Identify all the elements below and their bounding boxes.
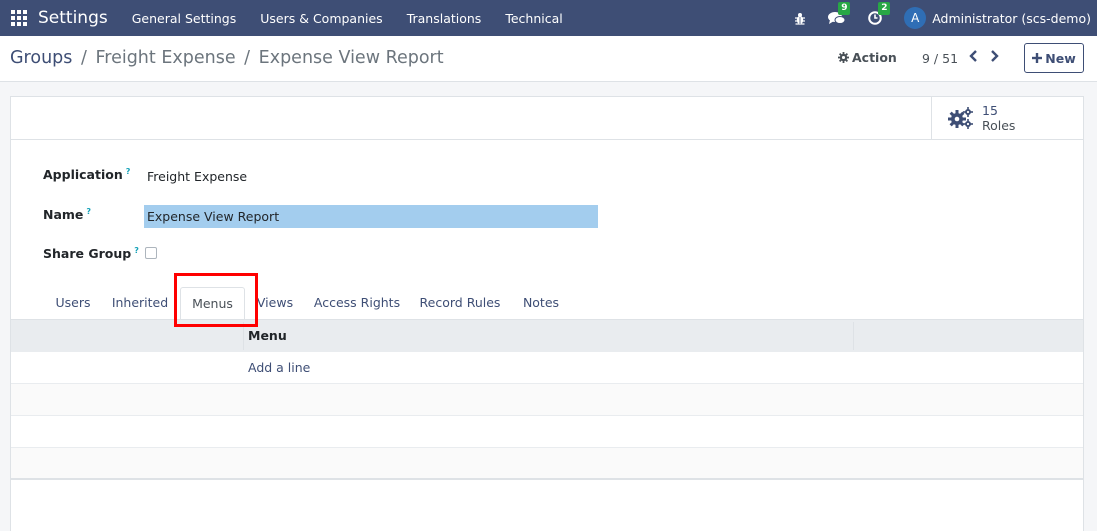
chevron-right-icon [991, 50, 999, 62]
breadcrumb: Groups / Freight Expense / Expense View … [10, 48, 444, 68]
add-line-link[interactable]: Add a line [248, 360, 310, 375]
tab-inherited[interactable]: Inherited [105, 287, 175, 319]
empty-row [11, 416, 1083, 448]
tab-menus[interactable]: Menus [180, 287, 245, 319]
share-group-checkbox[interactable] [145, 247, 157, 259]
tab-access-rights[interactable]: Access Rights [309, 287, 405, 319]
breadcrumb-application: Freight Expense [95, 48, 236, 68]
application-value: Freight Expense [147, 169, 248, 184]
name-input[interactable] [144, 205, 598, 228]
add-line-row: Add a line [11, 352, 1083, 384]
apps-grid-icon[interactable] [11, 10, 27, 26]
menu-general-settings[interactable]: General Settings [132, 11, 237, 26]
new-label: New [1045, 50, 1076, 66]
control-panel: Groups / Freight Expense / Expense View … [0, 36, 1097, 82]
menu-users-companies[interactable]: Users & Companies [260, 11, 382, 26]
tab-notes[interactable]: Notes [515, 287, 567, 319]
application-label: Application? [43, 167, 130, 182]
action-button[interactable]: Action [838, 50, 897, 65]
name-label: Name? [43, 207, 91, 222]
messages-button[interactable]: 9 [828, 2, 851, 25]
application-label-text: Application [43, 167, 123, 183]
activities-count-badge: 2 [878, 2, 891, 15]
top-navbar: Settings General Settings Users & Compan… [0, 0, 1097, 36]
roles-label: Roles [982, 118, 1016, 133]
activities-button[interactable]: 2 [868, 2, 891, 25]
share-group-label-text: Share Group [43, 246, 132, 262]
name-help-icon[interactable]: ? [86, 207, 91, 216]
share-group-label: Share Group? [43, 246, 139, 261]
column-separator [853, 322, 854, 350]
chevron-left-icon [969, 50, 977, 62]
roles-stat-button[interactable]: 15 Roles [931, 97, 1083, 139]
column-separator [243, 322, 244, 350]
pager-previous-button[interactable] [969, 50, 978, 66]
empty-row [11, 384, 1083, 416]
pager-value[interactable]: 9 / 51 [922, 51, 958, 66]
user-menu[interactable]: A Administrator (scs-demo) [904, 7, 1097, 29]
application-help-icon[interactable]: ? [126, 167, 131, 176]
name-label-text: Name [43, 207, 84, 223]
new-button[interactable]: New [1024, 43, 1084, 73]
pager-next-button[interactable] [990, 50, 999, 66]
tab-views[interactable]: Views [247, 287, 303, 319]
column-header-menu[interactable]: Menu [248, 328, 287, 343]
gears-icon [948, 107, 973, 129]
roles-stat-text: 15 Roles [982, 103, 1015, 133]
breadcrumb-groups[interactable]: Groups [10, 48, 72, 68]
user-name: Administrator (scs-demo) [932, 10, 1091, 26]
gear-icon [838, 52, 849, 63]
menus-list: Menu Add a line [11, 319, 1083, 480]
messages-count-badge: 9 [838, 2, 851, 15]
button-box: 15 Roles [11, 97, 1083, 140]
empty-row [11, 448, 1083, 480]
systray: 9 2 A Administrator (scs-demo) [794, 0, 1097, 36]
action-label: Action [852, 50, 897, 65]
debug-button[interactable] [794, 12, 806, 25]
user-avatar: A [904, 7, 927, 29]
notebook-tabs: Users Inherited Menus Views Access Right… [11, 287, 1083, 319]
breadcrumb-current: Expense View Report [258, 48, 444, 68]
bug-icon [795, 12, 806, 25]
menu-technical[interactable]: Technical [505, 11, 562, 26]
tab-users[interactable]: Users [43, 287, 103, 319]
plus-icon [1032, 53, 1043, 63]
breadcrumb-separator: / [80, 48, 87, 68]
app-title[interactable]: Settings [38, 8, 108, 28]
menu-translations[interactable]: Translations [407, 11, 482, 26]
share-group-help-icon[interactable]: ? [134, 246, 139, 255]
tab-record-rules[interactable]: Record Rules [413, 287, 507, 319]
list-header: Menu [11, 319, 1083, 352]
roles-count: 15 [982, 103, 998, 118]
form-sheet: 15 Roles Application? Freight Expense Na… [10, 96, 1084, 531]
breadcrumb-separator: / [244, 48, 251, 68]
